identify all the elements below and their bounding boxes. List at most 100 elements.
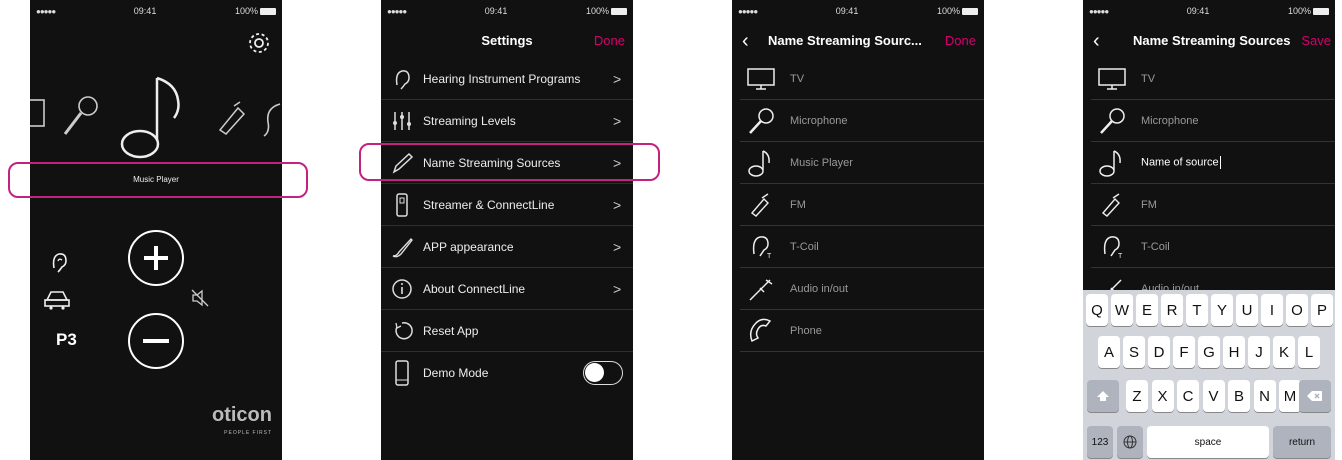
- source-item-tv[interactable]: TV: [740, 58, 984, 100]
- source-label: FM: [790, 198, 806, 211]
- key-n[interactable]: N: [1253, 380, 1276, 412]
- menu-item-label: Streamer & ConnectLine: [423, 197, 555, 212]
- key-v[interactable]: V: [1202, 380, 1225, 412]
- key-x[interactable]: X: [1151, 380, 1174, 412]
- key-u[interactable]: U: [1236, 294, 1258, 326]
- highlight-name-sources: [359, 143, 660, 181]
- return-key[interactable]: return: [1273, 426, 1331, 458]
- tcoil-icon: T: [1091, 234, 1133, 260]
- key-d[interactable]: D: [1148, 336, 1170, 368]
- source-item-microphone[interactable]: Microphone: [740, 100, 984, 142]
- phone-icon: [740, 317, 782, 345]
- program-label: P3: [56, 330, 77, 349]
- phone-device-icon: [381, 360, 423, 386]
- battery-indicator: 100%: [586, 6, 627, 16]
- nav-bar: ‹ Name Streaming Sources Save: [1083, 28, 1335, 54]
- key-e[interactable]: E: [1136, 294, 1158, 326]
- done-button[interactable]: Done: [594, 28, 625, 54]
- key-p[interactable]: P: [1311, 294, 1333, 326]
- key-t[interactable]: T: [1186, 294, 1208, 326]
- save-button[interactable]: Save: [1301, 28, 1331, 54]
- shift-key[interactable]: [1087, 380, 1119, 412]
- backspace-key[interactable]: [1299, 380, 1331, 412]
- key-g[interactable]: G: [1198, 336, 1220, 368]
- source-label: FM: [1141, 198, 1157, 211]
- microphone-icon[interactable]: [60, 94, 100, 138]
- source-item-fm[interactable]: FM: [1091, 184, 1335, 226]
- brand-logo: oticon PEOPLE FIRST: [212, 404, 272, 436]
- gear-icon[interactable]: [246, 30, 272, 56]
- edit-source-name-screen: ●●●●● 09:41 100% ‹ Name Streaming Source…: [1083, 0, 1335, 460]
- signal-indicator: ●●●●●: [387, 6, 407, 16]
- sliders-icon: [381, 110, 423, 132]
- fm-icon[interactable]: [216, 100, 248, 136]
- ear-icon[interactable]: [50, 252, 68, 274]
- key-z[interactable]: Z: [1126, 380, 1148, 412]
- menu-item-streamer[interactable]: Streamer & ConnectLine >: [381, 184, 633, 226]
- tcoil-icon[interactable]: [262, 102, 282, 138]
- signal-indicator: ●●●●●: [36, 6, 56, 16]
- chevron-right-icon: >: [613, 70, 622, 87]
- source-item-music-player[interactable]: Music Player: [740, 142, 984, 184]
- source-item-music-player[interactable]: Name of source: [1091, 142, 1335, 184]
- menu-item-hearing-programs[interactable]: Hearing Instrument Programs >: [381, 58, 633, 100]
- back-icon[interactable]: ‹: [1093, 28, 1100, 54]
- key-c[interactable]: C: [1177, 380, 1199, 412]
- source-label: Microphone: [790, 114, 848, 127]
- key-l[interactable]: L: [1298, 336, 1320, 368]
- volume-up-button[interactable]: [128, 230, 184, 286]
- key-f[interactable]: F: [1173, 336, 1195, 368]
- svg-text:T: T: [1118, 253, 1123, 260]
- source-item-tcoil[interactable]: T T-Coil: [740, 226, 984, 268]
- page-title: Settings: [481, 33, 533, 48]
- key-w[interactable]: W: [1111, 294, 1133, 326]
- name-sources-screen: ●●●●● 09:41 100% ‹ Name Streaming Sourc.…: [732, 0, 984, 460]
- source-item-tv[interactable]: TV: [1091, 58, 1335, 100]
- page-title: Name Streaming Sources: [1133, 33, 1291, 48]
- status-bar: ●●●●● 09:41 100%: [1083, 0, 1335, 22]
- status-bar: ●●●●● 09:41 100%: [30, 0, 282, 22]
- car-icon[interactable]: [44, 288, 70, 310]
- volume-down-button[interactable]: [128, 313, 184, 369]
- source-item-microphone[interactable]: Microphone: [1091, 100, 1335, 142]
- key-s[interactable]: S: [1123, 336, 1145, 368]
- done-button[interactable]: Done: [945, 28, 976, 54]
- menu-item-streaming-levels[interactable]: Streaming Levels >: [381, 100, 633, 142]
- globe-icon[interactable]: [1117, 426, 1143, 458]
- back-icon[interactable]: ‹: [742, 28, 749, 54]
- key-k[interactable]: K: [1273, 336, 1295, 368]
- demo-mode-toggle[interactable]: [583, 361, 623, 385]
- key-y[interactable]: Y: [1211, 294, 1233, 326]
- key-i[interactable]: I: [1261, 294, 1283, 326]
- signal-indicator: ●●●●●: [738, 6, 758, 16]
- menu-item-label: About ConnectLine: [423, 281, 526, 296]
- key-b[interactable]: B: [1228, 380, 1250, 412]
- reset-icon: [381, 320, 423, 342]
- numbers-key[interactable]: 123: [1087, 426, 1113, 458]
- tcoil-icon: T: [740, 234, 782, 260]
- key-j[interactable]: J: [1248, 336, 1270, 368]
- source-label: T-Coil: [790, 240, 819, 253]
- key-m[interactable]: M: [1279, 380, 1301, 412]
- key-r[interactable]: R: [1161, 294, 1183, 326]
- space-key[interactable]: space: [1147, 426, 1269, 458]
- source-item-fm[interactable]: FM: [740, 184, 984, 226]
- tv-icon[interactable]: [30, 98, 48, 134]
- ear-icon: [381, 68, 423, 90]
- menu-item-app-appearance[interactable]: APP appearance >: [381, 226, 633, 268]
- key-h[interactable]: H: [1223, 336, 1245, 368]
- key-o[interactable]: O: [1286, 294, 1308, 326]
- svg-text:T: T: [767, 253, 772, 260]
- source-item-tcoil[interactable]: T T-Coil: [1091, 226, 1335, 268]
- key-a[interactable]: A: [1098, 336, 1120, 368]
- source-item-phone[interactable]: Phone: [740, 310, 984, 352]
- menu-item-reset-app[interactable]: Reset App: [381, 310, 633, 352]
- page-title: Name Streaming Sourc...: [768, 33, 922, 48]
- key-q[interactable]: Q: [1086, 294, 1108, 326]
- menu-item-about[interactable]: About ConnectLine >: [381, 268, 633, 310]
- menu-item-label: Streaming Levels: [423, 113, 516, 128]
- mute-icon[interactable]: [190, 288, 210, 308]
- source-name-input[interactable]: Name of source: [1133, 156, 1221, 169]
- music-note-icon[interactable]: [118, 74, 198, 164]
- source-item-audio-in-out[interactable]: Audio in/out: [740, 268, 984, 310]
